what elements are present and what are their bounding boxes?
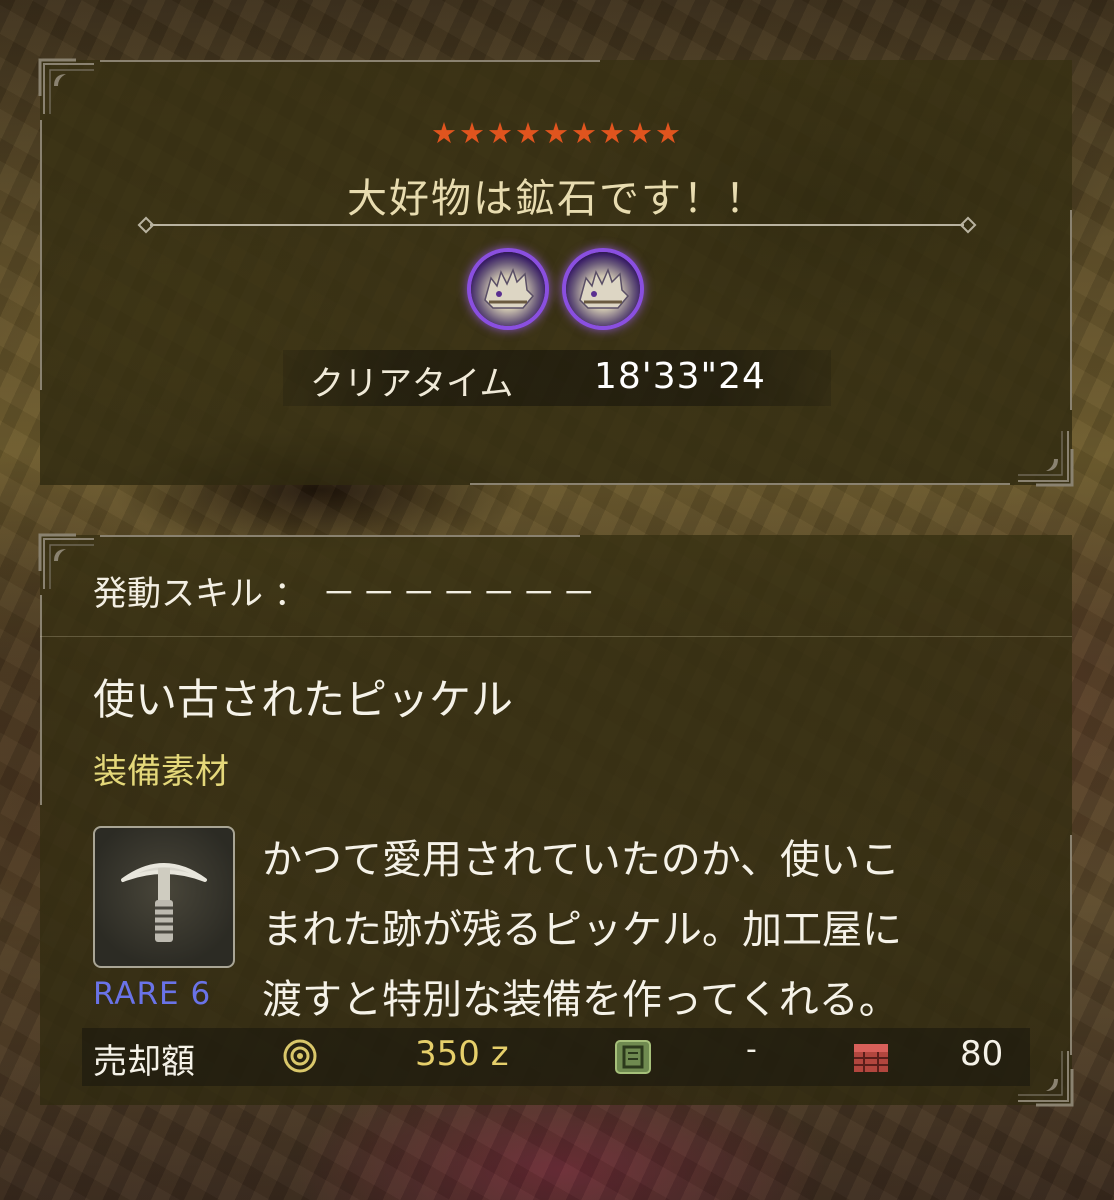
ornament-corner-icon bbox=[38, 533, 94, 589]
item-rarity: RARE 6 bbox=[93, 976, 212, 1012]
description-line: 渡すと特別な装備を作ってくれる。 bbox=[262, 977, 899, 1023]
active-skill-value: －－－－－－－ bbox=[321, 574, 602, 614]
item-name: 使い古されたピッケル bbox=[93, 675, 514, 724]
panel-border bbox=[40, 120, 42, 390]
quest-title: 大好物は鉱石です！！ bbox=[347, 176, 767, 222]
panel-border bbox=[1070, 210, 1072, 410]
ornament-corner-icon bbox=[38, 58, 94, 114]
active-skill-row: 発動スキル ： －－－－－－－ bbox=[93, 566, 602, 615]
clear-time-label: クリアタイム bbox=[310, 364, 514, 404]
description-line: まれた跡が残るピッケル。加工屋に bbox=[262, 907, 902, 953]
item-box-icon bbox=[854, 1044, 888, 1072]
section-separator bbox=[40, 636, 1072, 637]
sell-price-label: 売却額 bbox=[93, 1042, 195, 1082]
ornament-corner-icon bbox=[1018, 431, 1074, 487]
zenny-value: 350 z bbox=[415, 1034, 509, 1074]
monster-icon bbox=[471, 252, 545, 326]
clear-time-value: 18'33"24 bbox=[594, 356, 766, 397]
item-description: かつて愛用されていたのか、使いこ まれた跡が残るピッケル。加工屋に 渡すと特別な… bbox=[262, 825, 1022, 1035]
difficulty-stars: ★★★★★★★★★ bbox=[431, 116, 683, 150]
zenny-coin-icon bbox=[283, 1039, 317, 1073]
research-points-icon bbox=[615, 1040, 651, 1074]
panel-border bbox=[100, 60, 600, 62]
item-icon-frame bbox=[93, 826, 235, 968]
panel-border bbox=[470, 483, 1010, 485]
panel-border bbox=[1070, 835, 1072, 1055]
panel-border bbox=[40, 595, 42, 805]
title-divider bbox=[150, 224, 964, 226]
item-category: 装備素材 bbox=[93, 752, 229, 792]
points-value: - bbox=[746, 1032, 757, 1067]
active-skill-label: 発動スキル ： bbox=[93, 574, 308, 614]
description-line: かつて愛用されていたのか、使いこ bbox=[262, 837, 900, 883]
panel-border bbox=[100, 535, 580, 537]
monster-icon bbox=[566, 252, 640, 326]
box-value: 80 bbox=[960, 1034, 1004, 1074]
pickaxe-icon bbox=[121, 863, 207, 942]
